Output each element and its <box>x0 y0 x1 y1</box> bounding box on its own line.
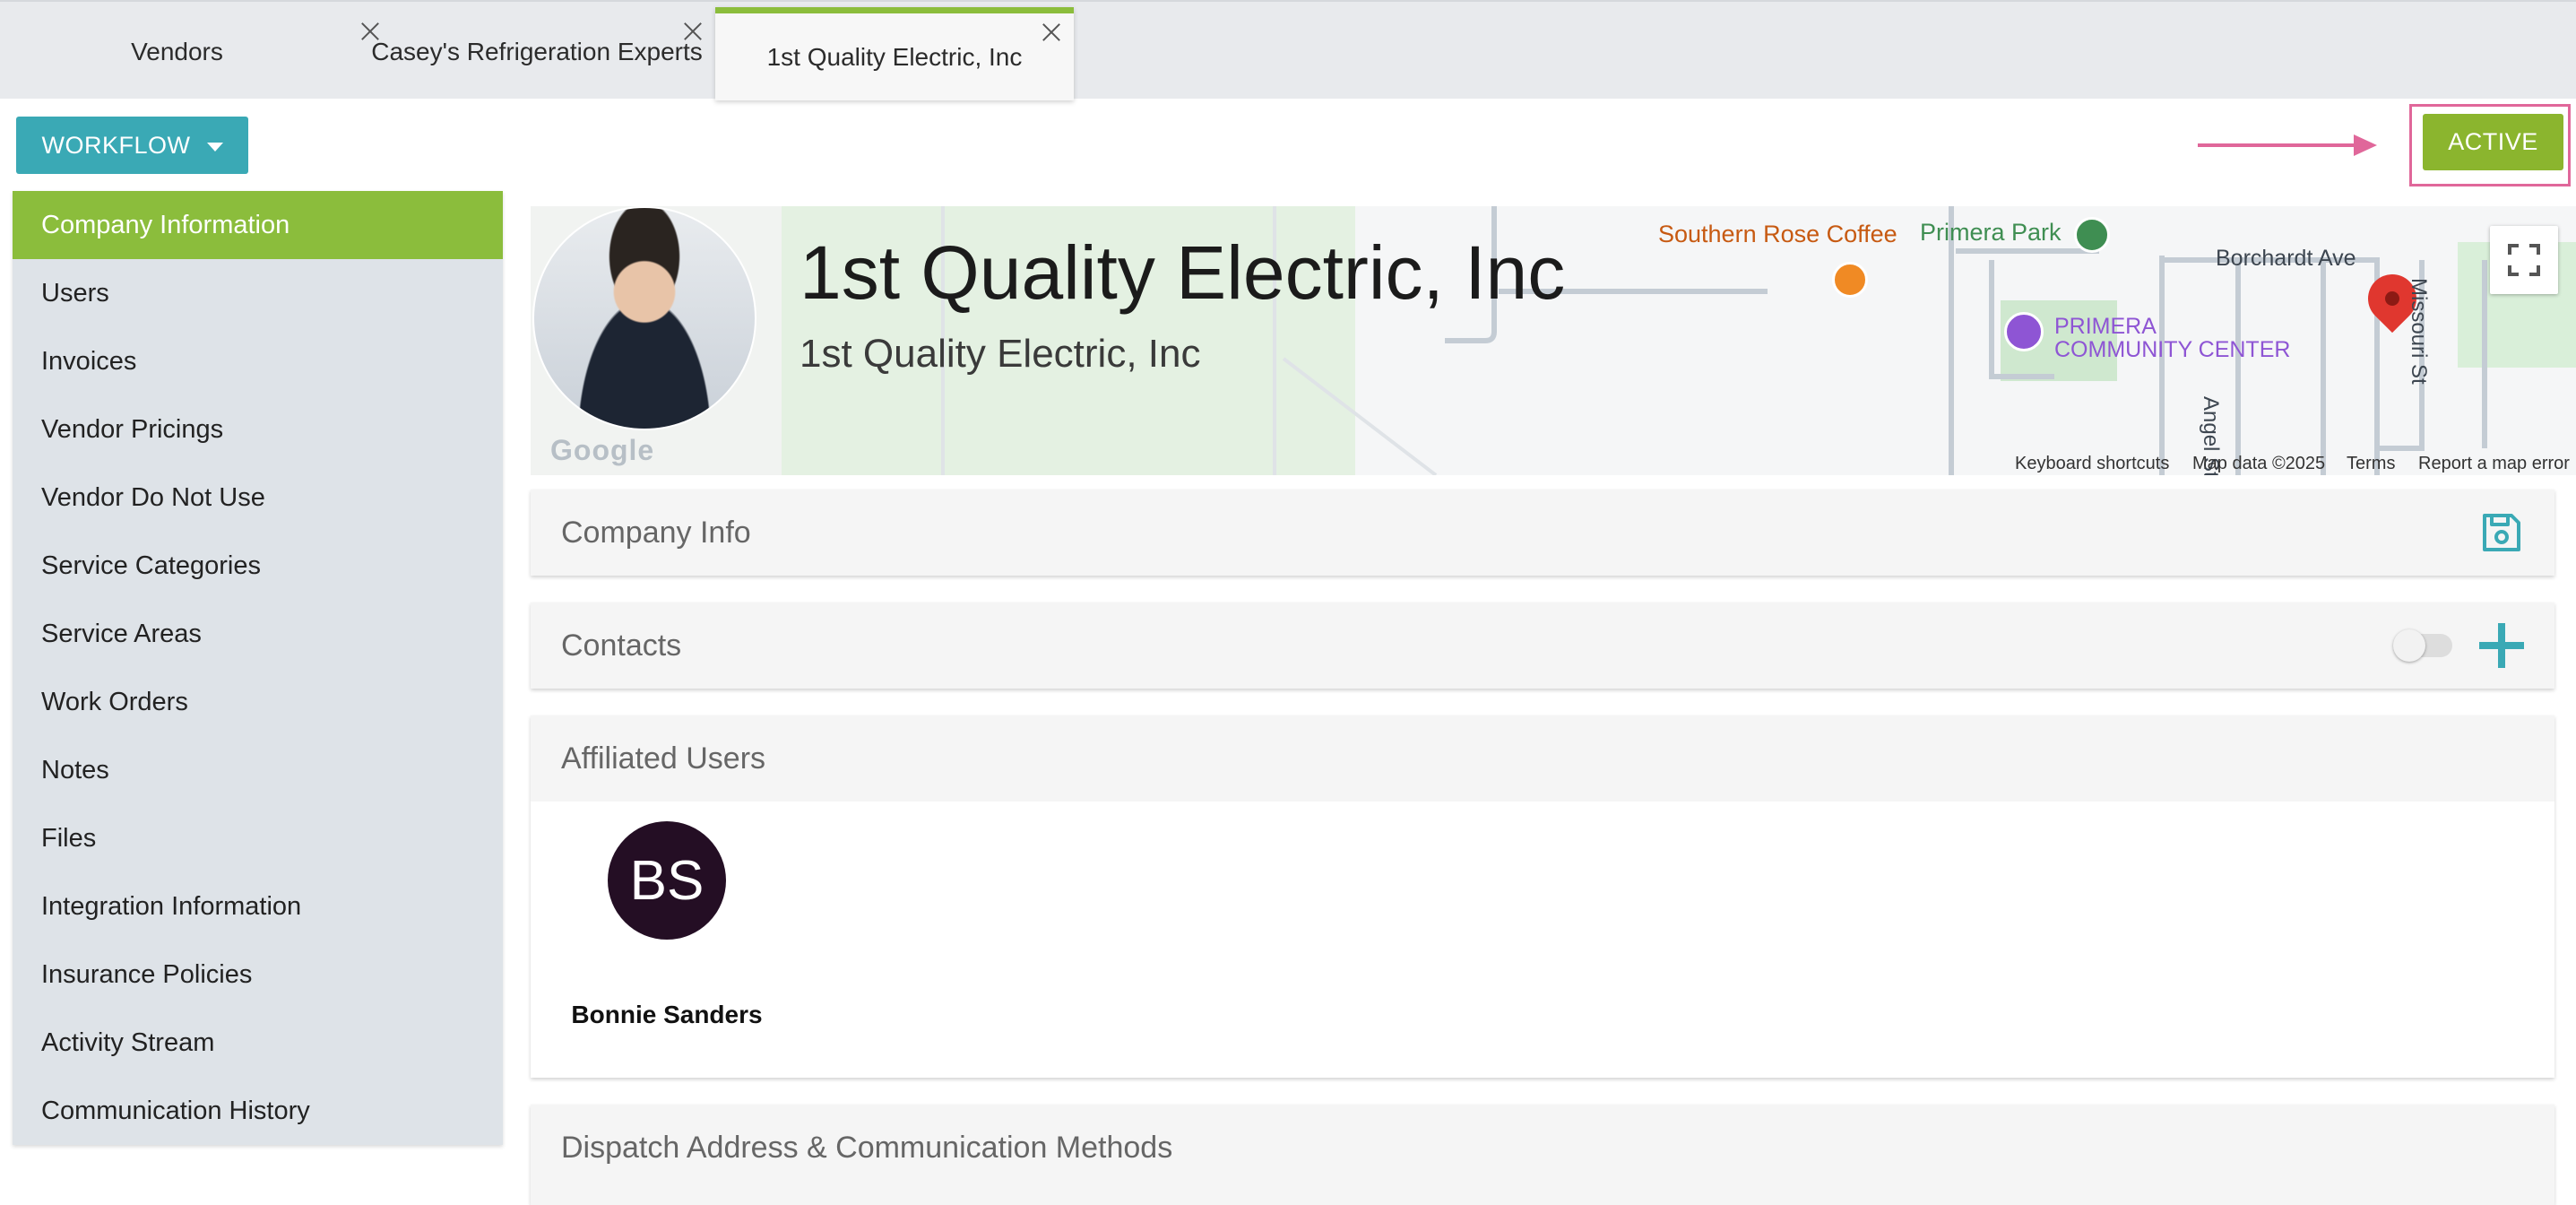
panel-title: Dispatch Address & Communication Methods <box>561 1130 1173 1165</box>
sidebar-item-insurance-policies[interactable]: Insurance Policies <box>13 941 503 1009</box>
panel-title: Company Info <box>561 515 751 550</box>
active-status-button[interactable]: ACTIVE <box>2423 114 2563 170</box>
sidebar-item-files[interactable]: Files <box>13 804 503 872</box>
map-label-coffee: Southern Rose Coffee <box>1658 221 1897 247</box>
panel-title: Affiliated Users <box>561 741 766 776</box>
affiliated-users-panel: Affiliated Users BS Bonnie Sanders <box>531 715 2554 1078</box>
annotation-arrow <box>2198 143 2357 147</box>
sidebar-item-notes[interactable]: Notes <box>13 736 503 804</box>
sidebar-item-label: Vendor Do Not Use <box>41 482 265 512</box>
tab-label: 1st Quality Electric, Inc <box>766 42 1023 71</box>
user-name: Bonnie Sanders <box>571 1001 763 1028</box>
company-header-map[interactable]: 1st Quality Electric, Inc 1st Quality El… <box>531 206 2576 475</box>
sidebar-item-integration-information[interactable]: Integration Information <box>13 872 503 941</box>
sidebar-item-vendor-do-not-use[interactable]: Vendor Do Not Use <box>13 464 503 532</box>
map-label-street: Borchardt Ave <box>2216 246 2356 271</box>
sidebar-item-company-information[interactable]: Company Information <box>13 191 503 259</box>
tab-1st-quality-electric[interactable]: 1st Quality Electric, Inc <box>715 7 1074 100</box>
map-label-center: PRIMERA <box>2054 314 2157 339</box>
sidebar-item-label: Work Orders <box>41 687 188 716</box>
sidebar-item-label: Service Categories <box>41 550 261 580</box>
sidebar-item-label: Users <box>41 278 109 308</box>
sidebar-item-vendor-pricings[interactable]: Vendor Pricings <box>13 395 503 464</box>
tab-label: Vendors <box>131 38 223 65</box>
sidebar: Company Information Users Invoices Vendo… <box>13 191 503 1145</box>
dispatch-address-panel: Dispatch Address & Communication Methods <box>531 1105 2554 1205</box>
tree-icon[interactable] <box>2074 217 2110 253</box>
google-logo: Google <box>550 434 655 466</box>
sidebar-item-label: Files <box>41 823 97 853</box>
fullscreen-button[interactable] <box>2490 226 2558 294</box>
user-card[interactable]: BS Bonnie Sanders <box>531 802 803 1071</box>
map-data-attribution: Map data ©2025 <box>2192 454 2326 473</box>
map-report-error-link[interactable]: Report a map error <box>2418 454 2570 474</box>
map-terms-link[interactable]: Terms <box>2347 454 2395 474</box>
panel-title: Contacts <box>561 628 682 663</box>
panel-header[interactable]: Company Info <box>531 490 2554 576</box>
map-label-street: Missouri St <box>2407 278 2431 385</box>
sidebar-item-invoices[interactable]: Invoices <box>13 327 503 395</box>
affiliated-users-list: BS Bonnie Sanders <box>531 802 2554 1078</box>
sidebar-item-label: Activity Stream <box>41 1027 215 1057</box>
caret-down-icon <box>206 142 223 152</box>
sidebar-item-label: Integration Information <box>41 891 302 921</box>
community-center-icon[interactable] <box>2004 312 2044 351</box>
sidebar-item-label: Invoices <box>41 346 137 376</box>
panel-header[interactable]: Affiliated Users <box>531 715 2554 802</box>
sidebar-item-users[interactable]: Users <box>13 259 503 327</box>
map-label-park: Primera Park <box>1920 219 2062 246</box>
save-icon[interactable] <box>2479 510 2524 555</box>
sidebar-item-label: Notes <box>41 755 109 785</box>
sidebar-item-activity-stream[interactable]: Activity Stream <box>13 1009 503 1077</box>
tab-vendors[interactable]: Vendors <box>36 7 318 97</box>
workflow-dropdown-button[interactable]: WORKFLOW <box>16 117 248 174</box>
map-label-center: COMMUNITY CENTER <box>2054 337 2291 362</box>
sidebar-item-label: Communication History <box>41 1096 310 1125</box>
status-label: ACTIVE <box>2448 128 2538 155</box>
page-subtitle: 1st Quality Electric, Inc <box>800 332 1201 376</box>
add-contact-plus-icon[interactable] <box>2479 623 2524 668</box>
sidebar-item-label: Insurance Policies <box>41 959 253 989</box>
sidebar-item-label: Vendor Pricings <box>41 414 224 444</box>
panel-header[interactable]: Contacts <box>531 602 2554 689</box>
sidebar-item-service-categories[interactable]: Service Categories <box>13 532 503 600</box>
coffee-icon[interactable] <box>1832 262 1868 298</box>
page-title: 1st Quality Electric, Inc <box>800 230 1566 315</box>
sidebar-item-work-orders[interactable]: Work Orders <box>13 668 503 736</box>
panel-header[interactable]: Dispatch Address & Communication Methods <box>531 1105 2554 1191</box>
tab-caseys-refrigeration[interactable]: Casey's Refrigeration Experts <box>359 7 715 97</box>
company-logo-image <box>532 206 756 430</box>
close-icon[interactable] <box>1040 21 1063 44</box>
arrow-right-icon <box>2354 134 2377 156</box>
sidebar-item-label: Company Information <box>41 210 290 239</box>
workflow-label: WORKFLOW <box>41 131 191 159</box>
tab-label: Casey's Refrigeration Experts <box>371 38 703 65</box>
close-icon[interactable] <box>681 20 705 43</box>
fullscreen-icon <box>2508 244 2540 276</box>
avatar-initials: BS <box>629 849 705 912</box>
company-info-panel: Company Info <box>531 490 2554 576</box>
map-keyboard-shortcuts-link[interactable]: Keyboard shortcuts <box>2015 454 2169 474</box>
sidebar-item-service-areas[interactable]: Service Areas <box>13 600 503 668</box>
sidebar-item-communication-history[interactable]: Communication History <box>13 1077 503 1145</box>
contacts-toggle[interactable] <box>2393 629 2452 662</box>
contacts-panel: Contacts <box>531 602 2554 689</box>
avatar[interactable]: BS <box>608 821 726 940</box>
tab-bar: Vendors Casey's Refrigeration Experts 1s… <box>0 0 2576 100</box>
sidebar-item-label: Service Areas <box>41 619 202 648</box>
